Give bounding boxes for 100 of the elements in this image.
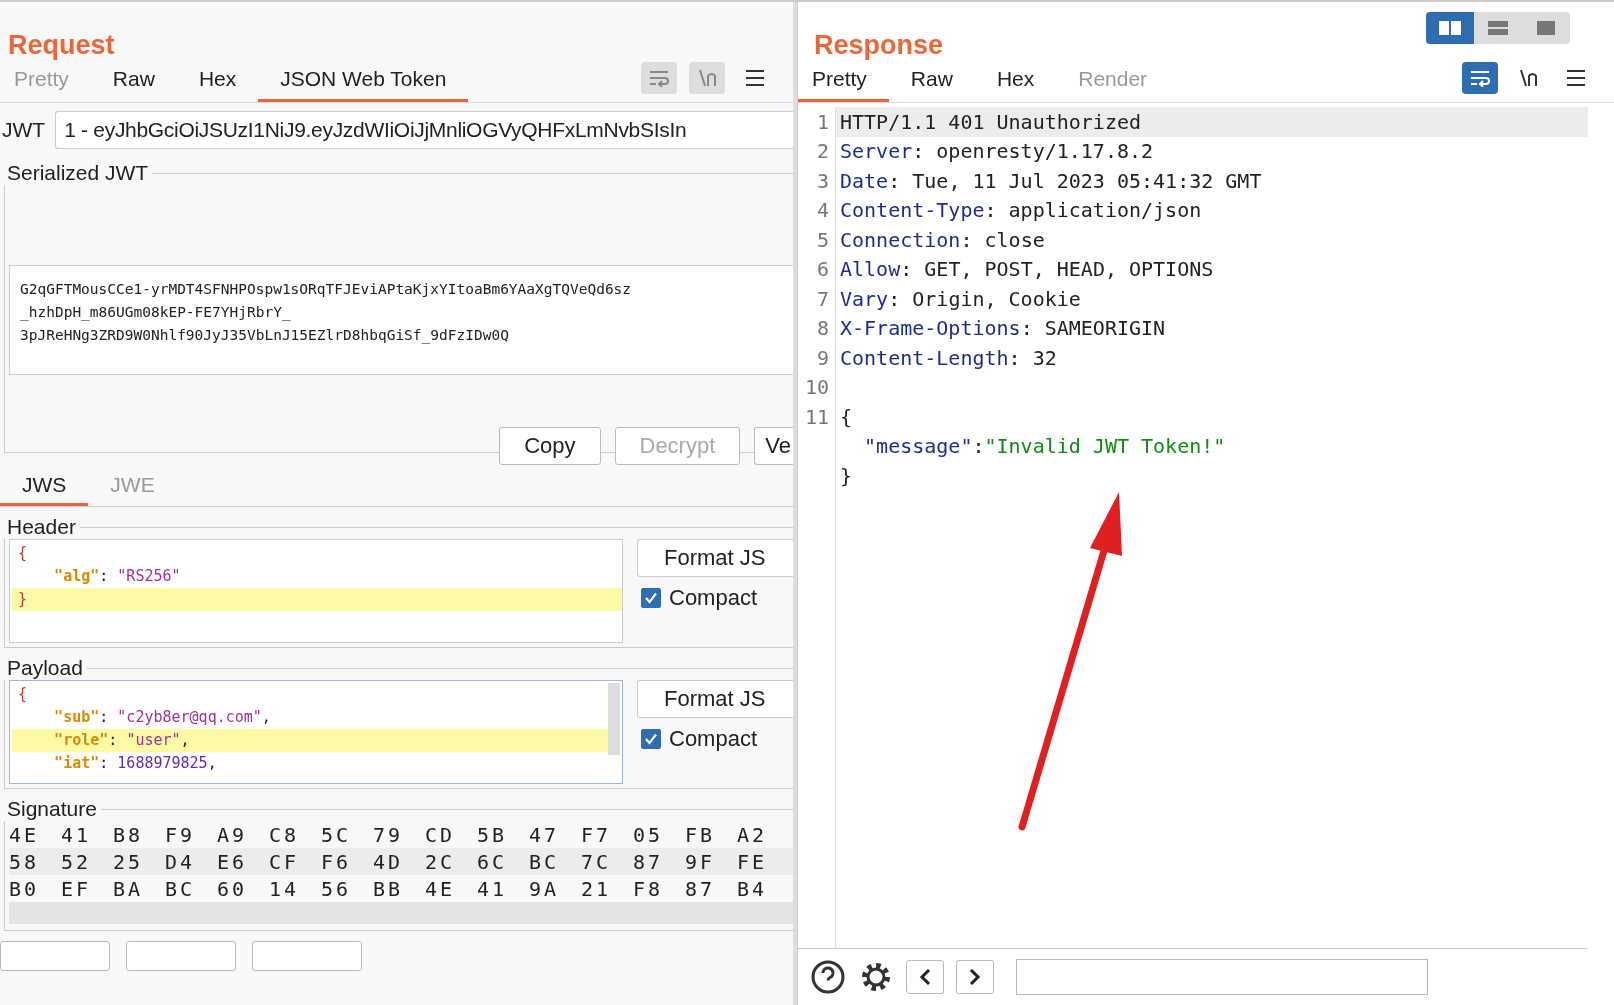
request-tab[interactable]: JSON Web Token: [258, 61, 469, 102]
code-line: HTTP/1.1 401 Unauthorized: [840, 109, 1142, 134]
compact-checkbox[interactable]: [641, 729, 661, 749]
serialized-jwt-text-area[interactable]: G2qGFTMousCCe1-yrMDT4SFNHPOspw1sORqTFJEviAPtaKjxYItoaBm6YAaXgTQVeQd6sz _hzhDpH_m86UGm08kEP-FE7YHjRbrY_ 3pJReHNg3ZRD9W0Nhlf90JyJ35VbLnJ15EZlrD8hbqGiSf_9dFzIDw0Q: [9, 265, 793, 375]
code-line: X-Frame-Options: SAMEORIGIN: [840, 316, 1166, 341]
jwt-select-field[interactable]: 1 - eyJhbGciOiJSUzI1NiJ9.eyJzdWIiOiJjMnliOGVyQHFxLmNvbSIsIn: [55, 111, 793, 149]
signature-byte: 9A: [529, 876, 561, 901]
stacked-view-icon: [1487, 20, 1509, 36]
request-tab[interactable]: Hex: [176, 61, 259, 102]
header-legend: Header: [3, 515, 80, 539]
jwt-label: JWT: [2, 118, 46, 142]
signature-byte: C8: [269, 822, 301, 847]
response-tab[interactable]: Pretty: [798, 61, 889, 102]
signature-byte: BB: [373, 876, 405, 901]
signature-byte: 87: [633, 849, 665, 874]
code-line: Content-Type: application/json: [840, 198, 1202, 223]
format-json-button[interactable]: Format JS: [637, 539, 793, 577]
action-button[interactable]: Copy: [499, 427, 601, 465]
search-field[interactable]: [1016, 959, 1428, 995]
format-json-button[interactable]: Format JS: [637, 680, 793, 718]
signature-byte: 21: [581, 876, 613, 901]
code-line: Content-Length: 32: [840, 345, 1057, 370]
signature-byte: A2: [737, 822, 769, 847]
payload-editor[interactable]: { "sub": "c2yb8er@qq.com", "role": "user", "iat": 1688979825,: [9, 680, 623, 784]
signature-byte: 56: [321, 876, 353, 901]
signature-byte: 87: [685, 876, 717, 901]
signature-legend: Signature: [3, 797, 101, 821]
line-number: 9: [816, 345, 829, 370]
signature-byte: EF: [61, 876, 93, 901]
signature-byte: F6: [321, 849, 353, 874]
compact-checkbox[interactable]: [641, 588, 661, 608]
line-number: 3: [816, 168, 829, 193]
code-line: {: [840, 404, 853, 429]
signature-byte: BC: [165, 876, 197, 901]
line-number: 10: [804, 375, 829, 400]
signature-byte: F8: [633, 876, 665, 901]
signature-byte: E6: [217, 849, 249, 874]
line-number: 1: [816, 109, 829, 134]
layout-toggle-button[interactable]: [1426, 12, 1474, 44]
signature-byte: FE: [737, 849, 769, 874]
signature-byte: 4E: [425, 876, 457, 901]
newline-icon: [1518, 68, 1538, 88]
signature-byte: BC: [529, 849, 561, 874]
signature-byte: FB: [685, 822, 717, 847]
signature-byte: B8: [113, 822, 145, 847]
signature-byte: D4: [165, 849, 197, 874]
split-view-icon: [1438, 20, 1462, 36]
line-number: 4: [816, 198, 829, 223]
line-number: 8: [816, 316, 829, 341]
jws-jwe-tab[interactable]: JWS: [0, 467, 89, 506]
response-title: Response: [814, 30, 944, 61]
line-number: 11: [804, 404, 829, 429]
code-line: Vary: Origin, Cookie: [840, 286, 1081, 311]
action-button[interactable]: Ve: [754, 427, 793, 465]
request-title: Request: [8, 30, 115, 61]
signature-byte: 47: [529, 822, 561, 847]
signature-byte: 41: [477, 876, 509, 901]
signature-byte: 41: [61, 822, 93, 847]
signature-byte: 2C: [425, 849, 457, 874]
signature-byte: 5B: [477, 822, 509, 847]
code-line: Allow: GET, POST, HEAD, OPTIONS: [840, 257, 1214, 282]
word-wrap-button[interactable]: [1462, 62, 1498, 94]
signature-byte: 4E: [9, 822, 41, 847]
code-line: Connection: close: [840, 227, 1045, 252]
chevron-left-icon: [918, 968, 932, 986]
response-tab[interactable]: Raw: [888, 61, 975, 102]
signature-byte: 79: [373, 822, 405, 847]
signature-byte: B4: [737, 876, 769, 901]
single-view-icon: [1536, 20, 1556, 36]
header-editor[interactable]: { "alg": "RS256" }: [9, 539, 623, 643]
payload-legend: Payload: [3, 656, 87, 680]
newline-icon: [697, 68, 717, 88]
signature-byte: 9F: [685, 849, 717, 874]
signature-byte: 25: [113, 849, 145, 874]
signature-byte: BA: [113, 876, 145, 901]
compact-label: Compact: [669, 585, 758, 611]
signature-byte: 5C: [321, 822, 353, 847]
signature-byte: A9: [217, 822, 249, 847]
help-icon[interactable]: [810, 959, 846, 995]
signature-byte: 58: [9, 849, 41, 874]
line-number: 7: [816, 286, 829, 311]
line-number: 6: [816, 257, 829, 282]
request-tab[interactable]: Raw: [90, 61, 177, 102]
signature-byte: 6C: [477, 849, 509, 874]
serialized-jwt-legend: Serialized JWT: [3, 161, 153, 185]
signature-byte: F7: [581, 822, 613, 847]
signature-byte: 7C: [581, 849, 613, 874]
word-wrap-icon: [1469, 69, 1491, 87]
scrollbar[interactable]: [608, 683, 620, 755]
previous-button[interactable]: [906, 960, 944, 994]
compact-label: Compact: [669, 726, 758, 752]
response-tab[interactable]: Hex: [974, 61, 1057, 102]
signature-byte: F9: [165, 822, 197, 847]
chevron-right-icon: [968, 968, 982, 986]
signature-byte: 60: [217, 876, 249, 901]
code-line: Server: openresty/1.17.8.2: [840, 139, 1154, 164]
horizontal-scrollbar[interactable]: [9, 902, 793, 924]
word-wrap-icon: [648, 69, 670, 87]
signature-byte: 14: [269, 876, 301, 901]
next-button[interactable]: [956, 960, 994, 994]
